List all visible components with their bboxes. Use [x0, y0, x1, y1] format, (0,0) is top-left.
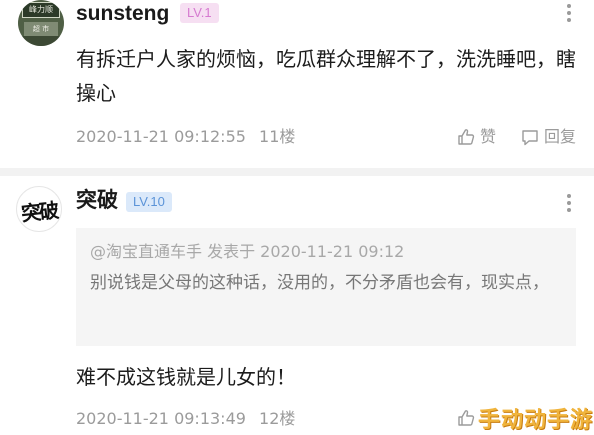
comment-text: 难不成这钱就是儿女的！ — [76, 365, 296, 389]
comment-text: 有拆迁户人家的烦恼，吃瓜群众理解不了，洗洗睡吧，瞎操心 — [76, 47, 576, 105]
timestamp: 2020-11-21 09:12:55 — [76, 127, 246, 146]
level-badge: LV.1 — [180, 3, 219, 23]
avatar-sign-text: 峰力顺 — [22, 2, 60, 18]
avatar[interactable]: 峰力顺 超 市 — [18, 0, 64, 46]
avatar-calligraphy-text: 突破 — [20, 198, 59, 226]
avatar[interactable]: 突破 — [16, 186, 62, 232]
comment-post-12: 突破 突破 LV.10 @淘宝直通车手 发表于 2020-11-21 09:12… — [0, 176, 594, 435]
more-options-icon[interactable] — [566, 194, 572, 212]
avatar-shop-text: 超 市 — [24, 22, 58, 36]
floor-number: 11楼 — [259, 127, 296, 146]
like-button[interactable] — [456, 408, 480, 428]
reply-label: 回复 — [544, 127, 577, 146]
reply-icon — [522, 130, 538, 146]
more-options-icon[interactable] — [566, 4, 572, 22]
quoted-comment[interactable]: @淘宝直通车手 发表于 2020-11-21 09:12 别说钱是父母的这种话，… — [76, 228, 576, 346]
comment-post-11: 峰力顺 超 市 sunsteng LV.1 有拆迁户人家的烦恼，吃瓜群众理解不了… — [0, 0, 594, 168]
username[interactable]: 突破 — [76, 186, 118, 214]
quote-header: @淘宝直通车手 发表于 2020-11-21 09:12 — [90, 242, 405, 261]
comment-meta: 2020-11-21 09:12:55 11楼 — [76, 126, 295, 148]
like-button[interactable]: 赞 — [456, 126, 496, 148]
username[interactable]: sunsteng — [76, 0, 169, 28]
thumbs-up-icon — [458, 410, 475, 426]
floor-number: 12楼 — [259, 409, 296, 428]
like-label: 赞 — [480, 127, 497, 146]
thumbs-up-icon — [458, 129, 475, 145]
reply-button[interactable]: 回复 — [520, 126, 576, 148]
level-badge: LV.10 — [126, 192, 172, 212]
avatar-ground — [18, 36, 64, 46]
comment-meta: 2020-11-21 09:13:49 12楼 — [76, 408, 295, 430]
post-divider — [0, 168, 594, 176]
quote-body: 别说钱是父母的这种话，没用的，不分矛盾也会有，现实点， — [90, 273, 549, 293]
watermark-logo: 手动动手游 — [478, 408, 594, 433]
timestamp: 2020-11-21 09:13:49 — [76, 409, 246, 428]
